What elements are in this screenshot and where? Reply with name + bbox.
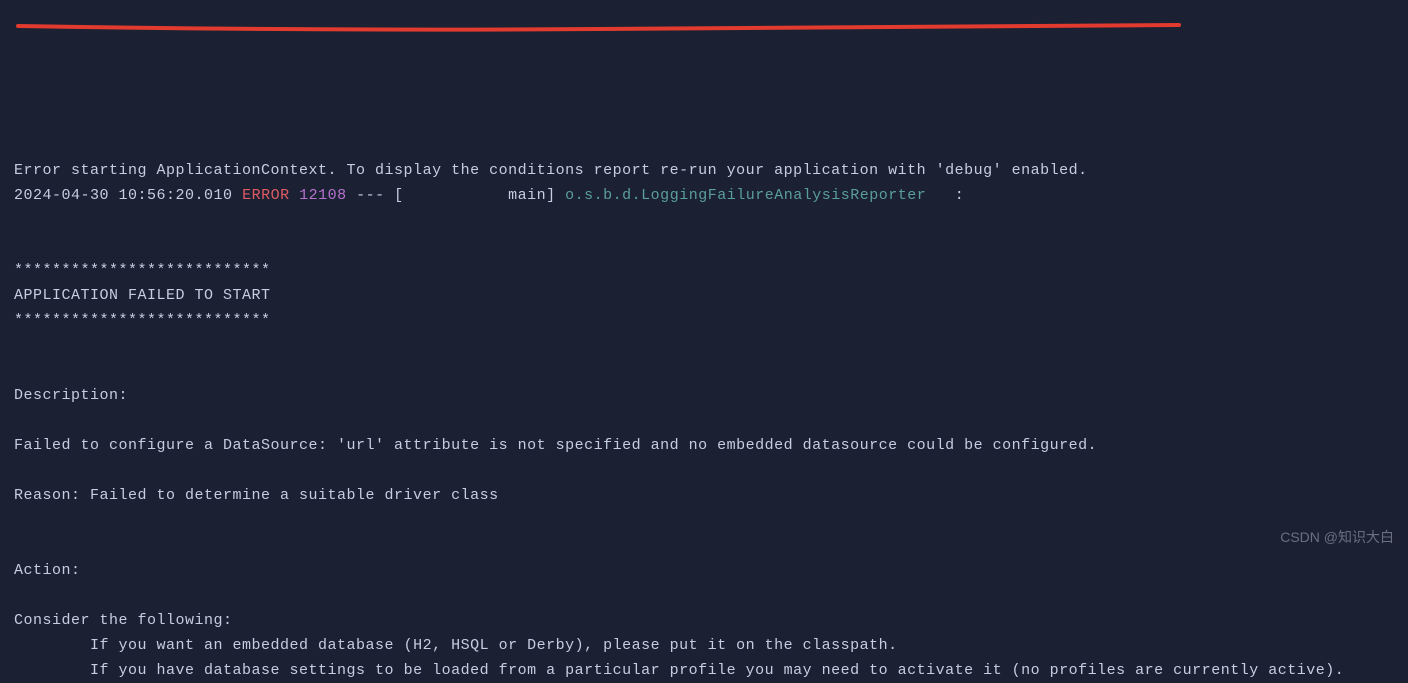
log-colon: : — [926, 187, 964, 204]
consider-bullet-2: If you have database settings to be load… — [14, 662, 1344, 679]
log-pid: 12108 — [299, 187, 347, 204]
consider-bullet-1: If you want an embedded database (H2, HS… — [14, 637, 898, 654]
action-label: Action: — [14, 562, 81, 579]
log-level: ERROR — [242, 187, 290, 204]
log-logger-class: o.s.b.d.LoggingFailureAnalysisReporter — [565, 187, 926, 204]
banner-title: APPLICATION FAILED TO START — [14, 287, 271, 304]
reason-text: Reason: Failed to determine a suitable d… — [14, 487, 499, 504]
watermark: CSDN @知识大白 — [1280, 525, 1394, 550]
banner-border-top: *************************** — [14, 262, 271, 279]
banner-border-bottom: *************************** — [14, 312, 271, 329]
log-line-context-error: Error starting ApplicationContext. To di… — [14, 162, 1088, 179]
log-timestamp: 2024-04-30 10:56:20.010 — [14, 187, 233, 204]
consider-label: Consider the following: — [14, 612, 233, 629]
log-line-error-detail: 2024-04-30 10:56:20.010 ERROR 12108 --- … — [14, 187, 964, 204]
description-text: Failed to configure a DataSource: 'url' … — [14, 437, 1097, 454]
log-thread: --- [ main] — [356, 187, 556, 204]
description-label: Description: — [14, 387, 128, 404]
annotation-underline-icon — [14, 22, 1184, 40]
